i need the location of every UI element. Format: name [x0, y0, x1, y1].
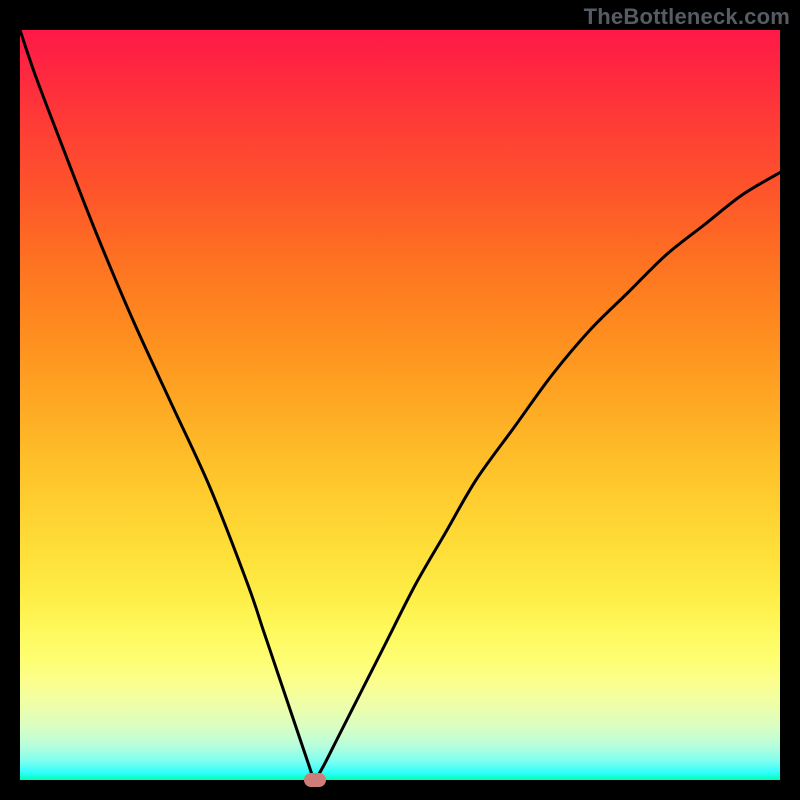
plot-area	[20, 30, 780, 780]
chart-frame: TheBottleneck.com	[0, 0, 800, 800]
watermark-text: TheBottleneck.com	[584, 4, 790, 30]
bottleneck-curve	[20, 30, 780, 780]
optimum-marker	[304, 773, 326, 787]
